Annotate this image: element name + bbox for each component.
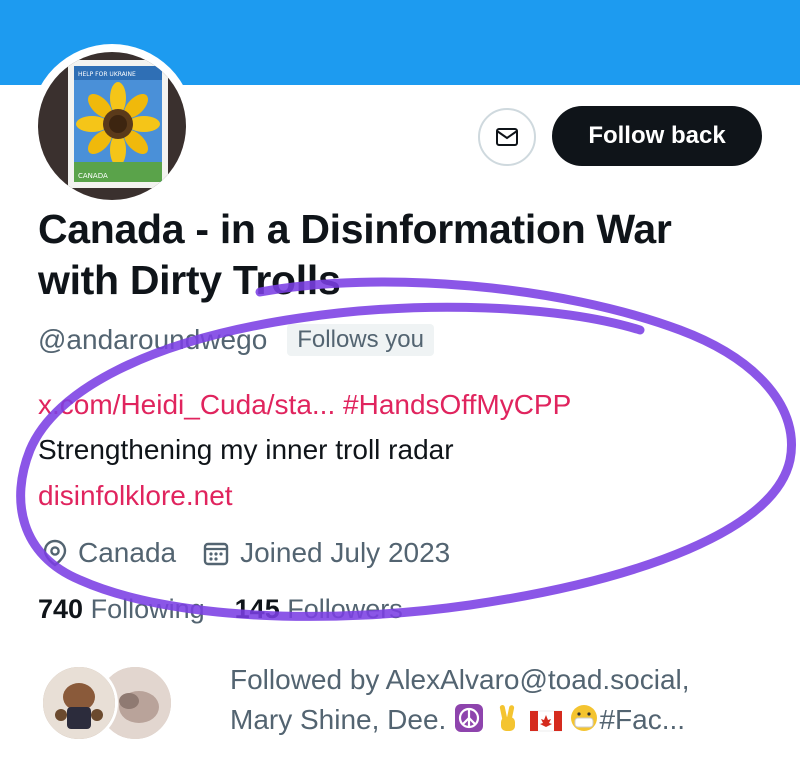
joined-item: Joined July 2023 bbox=[202, 537, 450, 569]
sunflower-stamp-image: HELP FOR UKRAINE CANADA bbox=[68, 60, 168, 188]
calendar-icon bbox=[203, 542, 229, 566]
mutual-followers-avatars[interactable] bbox=[40, 664, 174, 744]
follow-back-button[interactable]: Follow back bbox=[552, 106, 762, 166]
message-button[interactable] bbox=[478, 108, 536, 166]
website-link[interactable]: disinfolklore.net bbox=[38, 480, 233, 511]
peace-sign-icon bbox=[455, 704, 484, 732]
stamp-country-text: CANADA bbox=[78, 172, 108, 180]
victory-hand-icon bbox=[499, 705, 515, 731]
avatar-image: HELP FOR UKRAINE CANADA bbox=[38, 52, 186, 200]
handle-row: @andaroundwego Follows you bbox=[38, 320, 434, 360]
followed-by-line2: Mary Shine, Dee. bbox=[230, 704, 447, 735]
followers-count: 145 bbox=[234, 594, 280, 624]
followed-by-text[interactable]: Followed by AlexAlvaro@toad.social, Mary… bbox=[230, 660, 790, 740]
bio-link[interactable]: x.com/Heidi_Cuda/sta... bbox=[38, 389, 335, 420]
display-name: Canada - in a Disinformation War with Di… bbox=[38, 206, 672, 303]
followers-label: Followers bbox=[287, 594, 403, 624]
bio-text: Strengthening my inner troll radar bbox=[38, 434, 454, 465]
followed-by-suffix: #Fac... bbox=[599, 704, 686, 735]
mail-icon bbox=[496, 128, 518, 146]
location-text: Canada bbox=[78, 537, 177, 568]
mutual-follower-avatar bbox=[40, 664, 118, 742]
bio-hashtag[interactable]: #HandsOffMyCPP bbox=[343, 389, 571, 420]
follows-you-badge: Follows you bbox=[287, 324, 434, 356]
follow-counts: 740 Following 145 Followers bbox=[38, 594, 403, 625]
user-handle: @andaroundwego bbox=[38, 324, 268, 355]
followers-link[interactable]: 145 Followers bbox=[235, 594, 403, 624]
stamp-header-text: HELP FOR UKRAINE bbox=[78, 71, 136, 78]
bio-line-links: x.com/Heidi_Cuda/sta... #HandsOffMyCPP bbox=[38, 387, 571, 423]
followed-by-line1: Followed by AlexAlvaro@toad.social, bbox=[230, 664, 690, 695]
joined-text: Joined July 2023 bbox=[240, 537, 451, 568]
website-link-row: disinfolklore.net bbox=[38, 478, 233, 514]
profile-avatar[interactable]: HELP FOR UKRAINE CANADA bbox=[30, 44, 194, 208]
canada-flag-icon bbox=[529, 710, 562, 732]
location-pin-icon bbox=[43, 539, 67, 567]
following-count: 740 bbox=[38, 594, 84, 624]
following-label: Following bbox=[90, 594, 205, 624]
profile-meta: Canada Joined July 2023 bbox=[42, 533, 450, 573]
location-item: Canada bbox=[42, 537, 176, 569]
following-link[interactable]: 740 Following bbox=[38, 594, 205, 624]
medical-mask-face-icon bbox=[571, 705, 598, 731]
